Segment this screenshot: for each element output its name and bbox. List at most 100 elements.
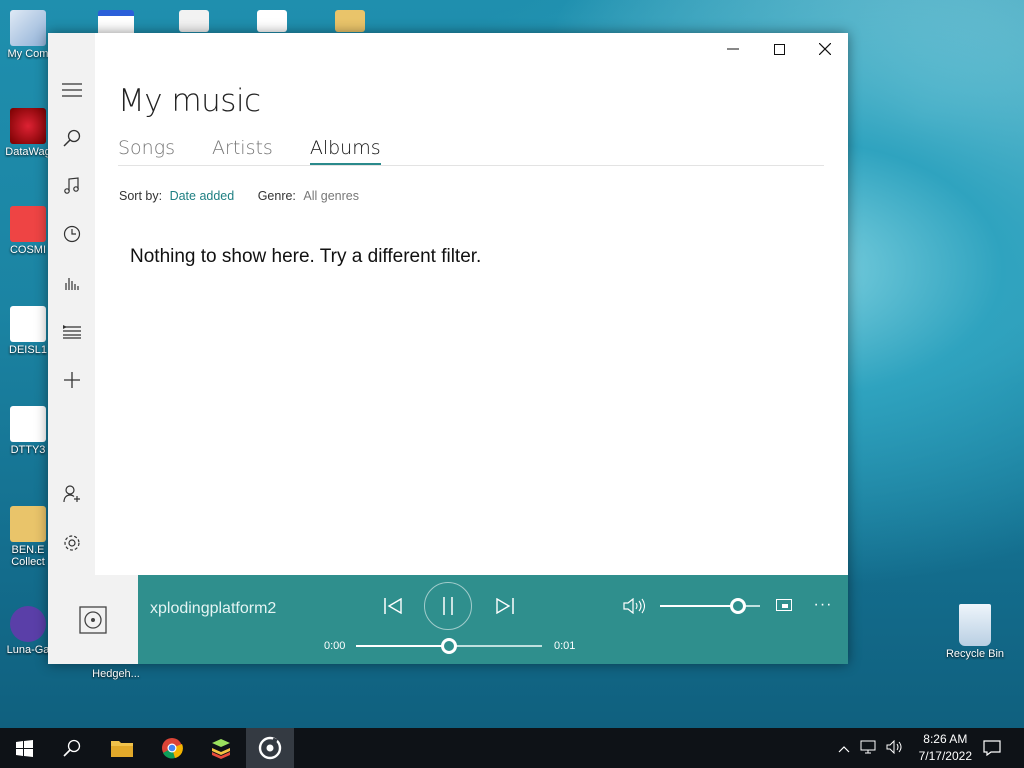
- genre-dropdown[interactable]: All genres: [303, 189, 359, 203]
- maximize-icon: [773, 43, 785, 55]
- navigation-rail: [48, 33, 95, 575]
- previous-button[interactable]: [378, 591, 408, 621]
- playlists-button[interactable]: [48, 312, 95, 352]
- recycle-bin-icon: [959, 604, 991, 646]
- filter-bar: Sort by: Date added Genre: All genres: [119, 189, 359, 203]
- chrome-icon: [162, 738, 183, 759]
- file-explorer-button[interactable]: [98, 728, 146, 768]
- desktop-icon-label: Hedgeh...: [92, 668, 140, 680]
- settings-button[interactable]: [48, 523, 95, 563]
- file-icon: [257, 10, 287, 32]
- skip-previous-icon: [384, 598, 402, 614]
- dtty-icon: [10, 406, 46, 442]
- luna-icon: [10, 606, 46, 642]
- folder-icon: [111, 741, 133, 757]
- playlist-icon: [62, 325, 81, 339]
- windows-logo-icon: [15, 739, 33, 757]
- hamburger-menu-button[interactable]: [48, 70, 95, 110]
- tab-songs[interactable]: Songs: [118, 137, 175, 165]
- elapsed-time: 0:00: [324, 640, 346, 652]
- skip-next-icon: [496, 598, 514, 614]
- player-bar: xplodingplatform2 0:00 0:01 ···: [138, 575, 848, 664]
- hamburger-icon: [61, 83, 82, 97]
- sort-dropdown[interactable]: Date added: [170, 189, 235, 203]
- music-note-icon: [63, 177, 79, 194]
- new-playlist-button[interactable]: [48, 360, 95, 400]
- system-tray: [838, 728, 902, 768]
- plus-icon: [63, 372, 80, 388]
- sort-label: Sort by:: [119, 189, 163, 203]
- desktop-icon-document[interactable]: [158, 10, 230, 34]
- account-button[interactable]: [48, 474, 95, 514]
- genre-label: Genre:: [257, 189, 296, 203]
- computer-icon: [10, 10, 46, 46]
- mini-view-button[interactable]: [774, 595, 794, 615]
- show-hidden-icons-button[interactable]: [838, 741, 850, 756]
- equalizer-icon: [64, 278, 79, 290]
- datawag-icon: [10, 108, 46, 144]
- pause-icon: [443, 597, 453, 615]
- groove-music-window: My music Songs Artists Albums Sort by: D…: [48, 33, 848, 664]
- volume-thumb[interactable]: [730, 598, 746, 614]
- desktop-icon-hedgehog[interactable]: Hedgeh...: [80, 668, 152, 680]
- taskbar-clock[interactable]: 8:26 AM 7/17/2022: [919, 731, 972, 765]
- close-icon: [819, 43, 831, 55]
- recent-plays-button[interactable]: [48, 214, 95, 254]
- my-music-button[interactable]: [48, 166, 95, 206]
- groove-music-icon: [258, 736, 282, 760]
- action-center-button[interactable]: [968, 728, 1016, 768]
- window-title-controls: [710, 33, 848, 65]
- taskbar: 8:26 AM 7/17/2022: [0, 728, 1024, 768]
- now-playing-button[interactable]: [48, 262, 95, 302]
- search-button[interactable]: [48, 118, 95, 158]
- desktop-icon-blank-file[interactable]: [236, 10, 308, 34]
- seek-fill: [356, 645, 449, 647]
- desktop-icon-recycle-bin[interactable]: Recycle Bin: [939, 604, 1011, 660]
- bluestacks-icon: [212, 739, 230, 759]
- search-icon: [62, 129, 80, 147]
- minimize-icon: [727, 48, 739, 50]
- network-icon: [860, 740, 876, 753]
- start-button[interactable]: [0, 728, 48, 768]
- taskbar-search-button[interactable]: [48, 728, 96, 768]
- chrome-button[interactable]: [148, 728, 196, 768]
- clock-date: 7/17/2022: [918, 749, 972, 763]
- maximize-button[interactable]: [756, 33, 802, 65]
- clock-icon: [63, 225, 80, 243]
- document-icon: [179, 10, 209, 32]
- notification-icon: [983, 740, 1001, 756]
- search-icon: [63, 739, 81, 757]
- clock-time: 8:26 AM: [923, 732, 968, 746]
- desktop-icon-folder[interactable]: [314, 10, 386, 34]
- groove-music-taskbar-button[interactable]: [246, 728, 294, 768]
- tab-artists[interactable]: Artists: [212, 137, 273, 165]
- album-art-placeholder-icon: [79, 605, 107, 634]
- seek-thumb[interactable]: [441, 638, 457, 654]
- track-title[interactable]: xplodingplatform2: [150, 600, 284, 618]
- network-button[interactable]: [860, 740, 876, 757]
- file-icon: [10, 306, 46, 342]
- volume-button[interactable]: [622, 595, 646, 617]
- album-art-button[interactable]: [48, 575, 138, 664]
- volume-tray-button[interactable]: [886, 739, 902, 757]
- volume-fill: [660, 605, 738, 607]
- tab-albums[interactable]: Albums: [309, 137, 381, 165]
- mini-view-icon: [776, 599, 792, 611]
- chevron-up-icon: [838, 745, 850, 752]
- total-time: 0:01: [554, 640, 576, 652]
- minimize-button[interactable]: [710, 33, 756, 65]
- more-options-button[interactable]: ···: [812, 595, 834, 615]
- folder-icon: [335, 10, 365, 32]
- speaker-icon: [886, 739, 902, 754]
- pause-button[interactable]: [424, 582, 472, 630]
- speaker-icon: [623, 598, 645, 614]
- view-tabs: Songs Artists Albums: [118, 137, 418, 165]
- more-icon: ···: [813, 596, 833, 613]
- bluestacks-button[interactable]: [197, 728, 245, 768]
- tabs-divider: [118, 165, 824, 166]
- next-button[interactable]: [490, 591, 520, 621]
- desktop-icon-label: Recycle Bin: [945, 648, 1005, 660]
- page-title: My music: [118, 83, 261, 119]
- gear-icon: [63, 535, 80, 551]
- close-button[interactable]: [802, 33, 848, 65]
